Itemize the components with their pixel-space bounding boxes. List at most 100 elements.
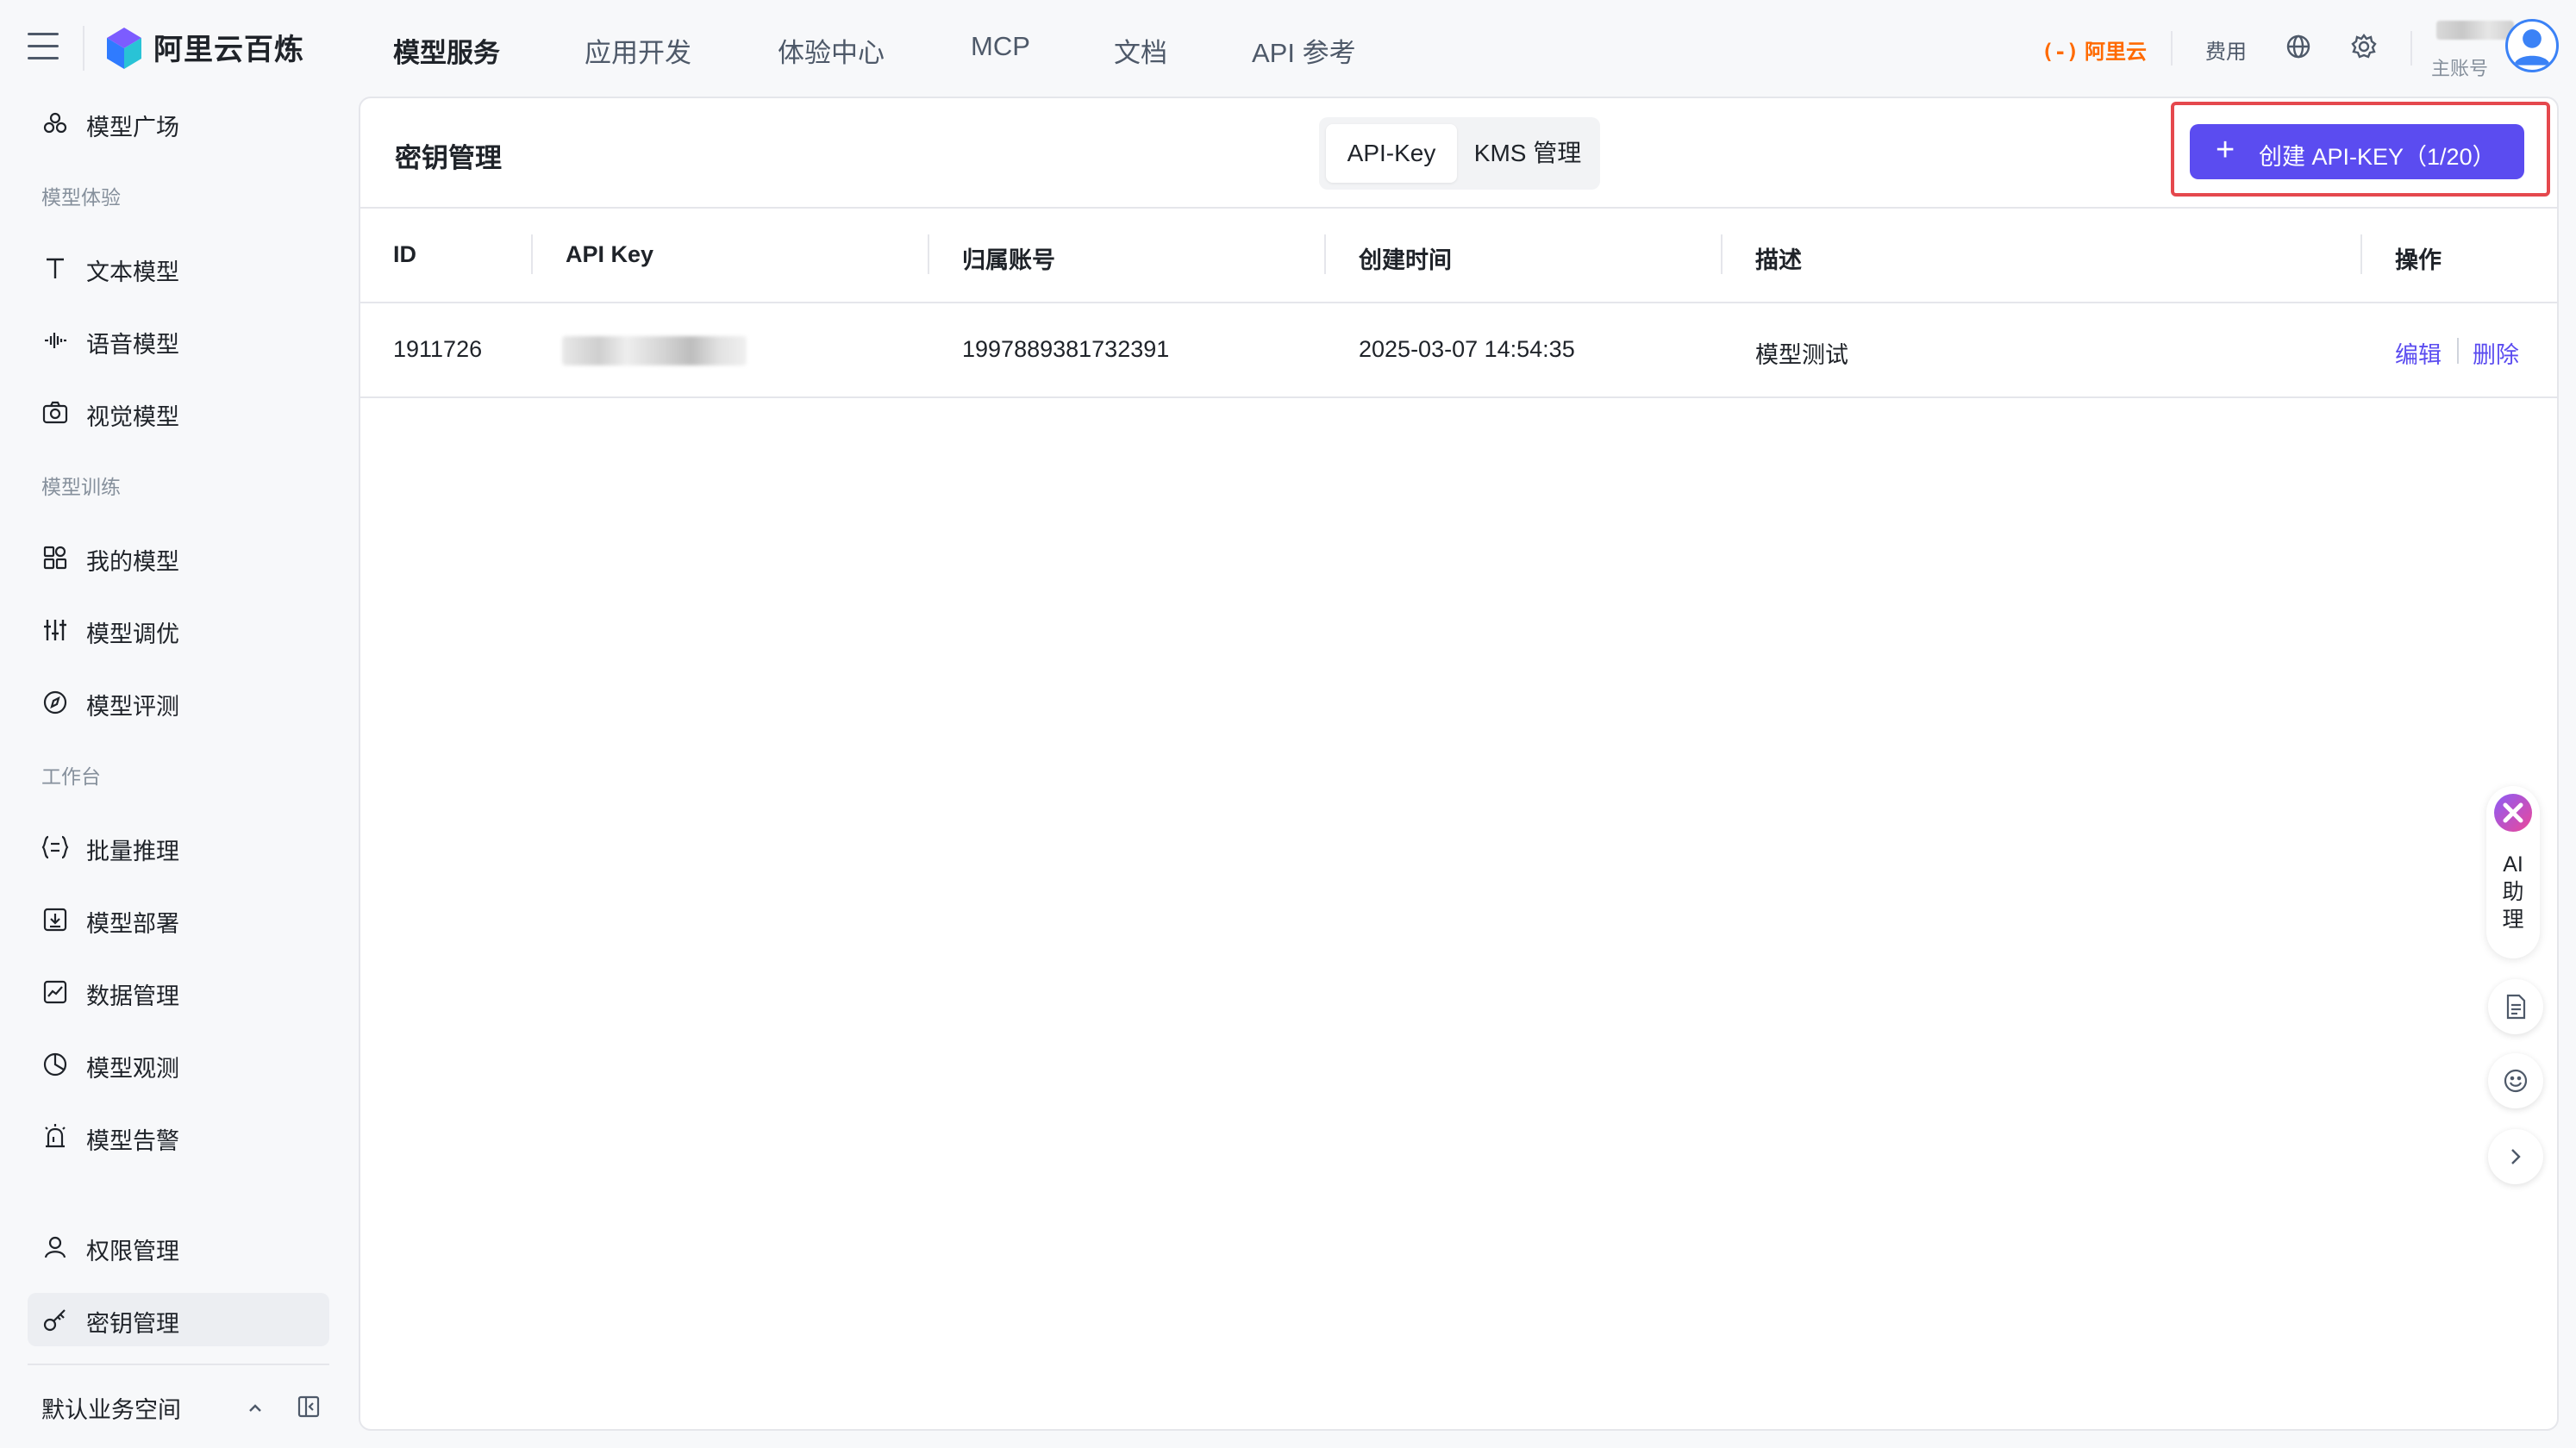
divider <box>2171 31 2173 66</box>
create-api-key-label: 创建 API-KEY（1/20） <box>2259 144 2496 170</box>
sidebar-item-audio-model[interactable]: 语音模型 <box>28 314 329 367</box>
divider <box>83 26 84 71</box>
sliders-icon <box>44 620 66 640</box>
apps-icon <box>43 546 67 570</box>
chart-line-icon <box>43 980 67 1004</box>
key-icon <box>43 1309 66 1332</box>
tab-switcher: API-Key KMS 管理 <box>1319 117 1600 190</box>
create-api-key-button[interactable]: + 创建 API-KEY（1/20） <box>2190 124 2524 179</box>
feedback-button[interactable] <box>2488 1053 2543 1108</box>
sidebar-group-title: 模型训练 <box>41 476 121 498</box>
ai-assistant-button[interactable]: AI 助 理 <box>2486 786 2540 958</box>
api-key-masked[interactable] <box>562 336 747 365</box>
column-separator <box>1324 234 1326 274</box>
user-icon <box>44 1236 66 1258</box>
nav-experience[interactable]: 体验中心 <box>778 31 885 70</box>
compass-icon <box>43 690 67 715</box>
column-header-api-key: API Key <box>566 241 654 267</box>
sidebar-item-my-models[interactable]: 我的模型 <box>28 531 329 584</box>
pie-chart-icon <box>43 1052 67 1077</box>
sidebar-item-label: 批量推理 <box>86 839 179 864</box>
gear-icon[interactable] <box>2350 33 2378 60</box>
sidebar-group-title: 工作台 <box>41 765 101 788</box>
sidebar-item-fine-tune[interactable]: 模型调优 <box>28 603 329 657</box>
divider <box>360 207 2557 209</box>
sidebar-item-label: 数据管理 <box>86 983 179 1009</box>
divider <box>2410 31 2412 66</box>
fee-link[interactable]: 费用 <box>2205 34 2247 65</box>
sidebar-item-label: 模型广场 <box>86 115 179 140</box>
sidebar-item-label: 模型调优 <box>86 621 179 647</box>
document-button[interactable] <box>2488 979 2543 1034</box>
sidebar-item-model-square[interactable]: 模型广场 <box>28 97 329 150</box>
cell-account: 1997889381732391 <box>962 336 1170 362</box>
chevron-up-icon[interactable] <box>245 1398 266 1419</box>
column-header-description: 描述 <box>1755 247 1802 273</box>
sidebar: 模型广场 模型体验 文本模型 语音模型 视觉模型 模型训练 我的模型 模型调优 <box>0 97 355 1448</box>
sidebar-item-evaluation[interactable]: 模型评测 <box>28 676 329 729</box>
column-header-account: 归属账号 <box>962 247 1055 273</box>
nav-docs[interactable]: 文档 <box>1114 31 1167 70</box>
cell-created: 2025-03-07 14:54:35 <box>1359 336 1575 362</box>
avatar-user-icon <box>2514 29 2550 66</box>
sidebar-item-alerts[interactable]: 模型告警 <box>28 1110 329 1164</box>
page-title: 密钥管理 <box>395 143 502 173</box>
ai-assistant-label-line: AI <box>2503 852 2523 877</box>
nav-app-dev[interactable]: 应用开发 <box>585 31 691 70</box>
brand-name[interactable]: 阿里云百炼 <box>153 26 304 68</box>
sidebar-item-label: 文本模型 <box>86 259 179 285</box>
workspace-selector[interactable]: 默认业务空间 <box>41 1391 181 1425</box>
avatar[interactable] <box>2505 19 2559 72</box>
sidebar-item-vision-model[interactable]: 视觉模型 <box>28 386 329 440</box>
list-braces-icon <box>41 835 69 859</box>
sidebar-item-permissions[interactable]: 权限管理 <box>28 1220 329 1274</box>
sidebar-item-observation[interactable]: 模型观测 <box>28 1038 329 1091</box>
bailian-logo-icon[interactable] <box>103 26 145 71</box>
sidebar-item-key-management[interactable]: 密钥管理 <box>28 1293 329 1346</box>
column-separator <box>1721 234 1723 274</box>
column-separator <box>928 234 929 274</box>
sidebar-item-text-model[interactable]: 文本模型 <box>28 241 329 295</box>
sidebar-item-data-management[interactable]: 数据管理 <box>28 965 329 1019</box>
nav-mcp[interactable]: MCP <box>971 31 1030 62</box>
ai-assistant-label-line: 助 <box>2502 880 2524 904</box>
action-separator <box>2457 338 2459 364</box>
sidebar-item-label: 语音模型 <box>86 332 179 358</box>
aliyun-logo[interactable]: (-) 阿里云 <box>2041 34 2147 65</box>
collapse-sidebar-icon[interactable] <box>297 1395 321 1419</box>
cell-id: 1911726 <box>393 336 483 362</box>
nav-model-service[interactable]: 模型服务 <box>393 31 500 70</box>
divider <box>360 302 2557 303</box>
main-panel <box>359 97 2559 1431</box>
nav-api-ref[interactable]: API 参考 <box>1252 31 1356 70</box>
divider <box>360 396 2557 398</box>
column-header-actions: 操作 <box>2395 247 2442 273</box>
tab-api-key[interactable]: API-Key <box>1326 124 1457 183</box>
chevron-right-icon <box>2511 1149 2521 1164</box>
text-icon <box>47 258 64 278</box>
sidebar-item-label: 权限管理 <box>86 1239 179 1264</box>
download-box-icon <box>43 908 67 932</box>
edit-link[interactable]: 编辑 <box>2395 336 2442 370</box>
cell-description: 模型测试 <box>1755 342 1848 368</box>
sidebar-item-batch-inference[interactable]: 批量推理 <box>28 821 329 874</box>
sidebar-item-deployment[interactable]: 模型部署 <box>28 893 329 946</box>
tab-kms[interactable]: KMS 管理 <box>1462 124 1593 183</box>
ai-assistant-label-line: 理 <box>2502 908 2524 932</box>
column-separator <box>2360 234 2362 274</box>
menu-icon[interactable] <box>28 33 62 64</box>
sidebar-item-label: 模型观测 <box>86 1056 179 1082</box>
model-square-icon <box>43 112 67 134</box>
column-header-id: ID <box>393 241 416 267</box>
column-separator <box>531 234 533 274</box>
account-name-blurred <box>2436 21 2514 40</box>
plus-icon: + <box>2216 132 2235 168</box>
divider <box>28 1364 329 1365</box>
globe-icon[interactable] <box>2285 33 2312 60</box>
ai-assistant-logo-icon <box>2494 794 2532 832</box>
expand-button[interactable] <box>2488 1129 2543 1184</box>
account-type-label: 主账号 <box>2431 58 2489 79</box>
delete-link[interactable]: 删除 <box>2473 336 2519 370</box>
document-icon <box>2506 994 2526 1020</box>
alarm-icon <box>45 1124 66 1148</box>
